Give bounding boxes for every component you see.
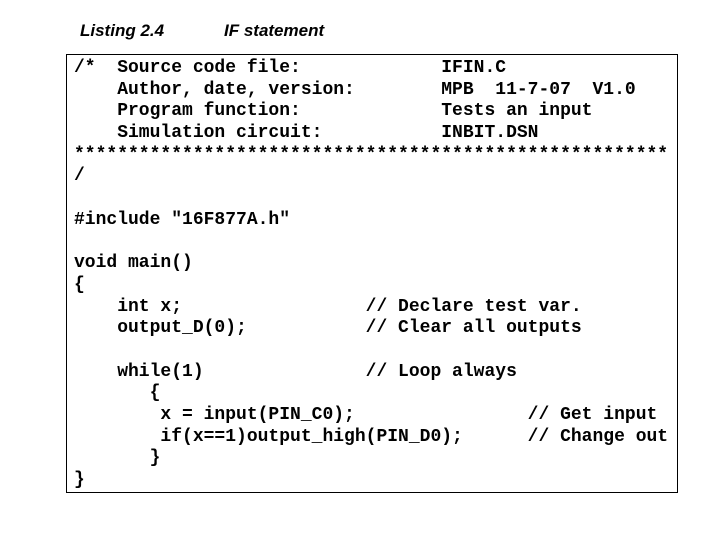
code-line: void main() (74, 253, 193, 274)
code-line: #include "16F877A.h" (74, 209, 291, 230)
code-line: x = input(PIN_C0); // Get input (74, 405, 658, 425)
code-line: while(1) // Loop always (74, 361, 517, 382)
code-line: if(x==1)output_high(PIN_D0); // Change o… (74, 426, 669, 447)
listing-number: Listing 2.4 (80, 21, 165, 40)
code-line: Program function: Tests an input (74, 101, 593, 122)
listing-title: IF statement (224, 21, 325, 40)
code-block: /* Source code file: IFIN.C Author, date… (74, 58, 668, 492)
code-line: } (74, 448, 161, 469)
code-line: Author, date, version: MPB 11-7-07 V1.0 (74, 79, 636, 100)
code-line: /* Source code file: IFIN.C (74, 58, 507, 78)
code-line: { (74, 383, 161, 404)
code-line: output_D(0); // Clear all outputs (74, 318, 582, 339)
code-line: { (74, 274, 85, 295)
code-line: Simulation circuit: INBIT.DSN (74, 123, 539, 144)
code-line: } (74, 470, 85, 491)
code-line: int x; // Declare test var. (74, 296, 582, 317)
code-line: ****************************************… (74, 144, 669, 165)
code-listing-box: /* Source code file: IFIN.C Author, date… (66, 54, 678, 493)
code-line: / (74, 166, 85, 187)
